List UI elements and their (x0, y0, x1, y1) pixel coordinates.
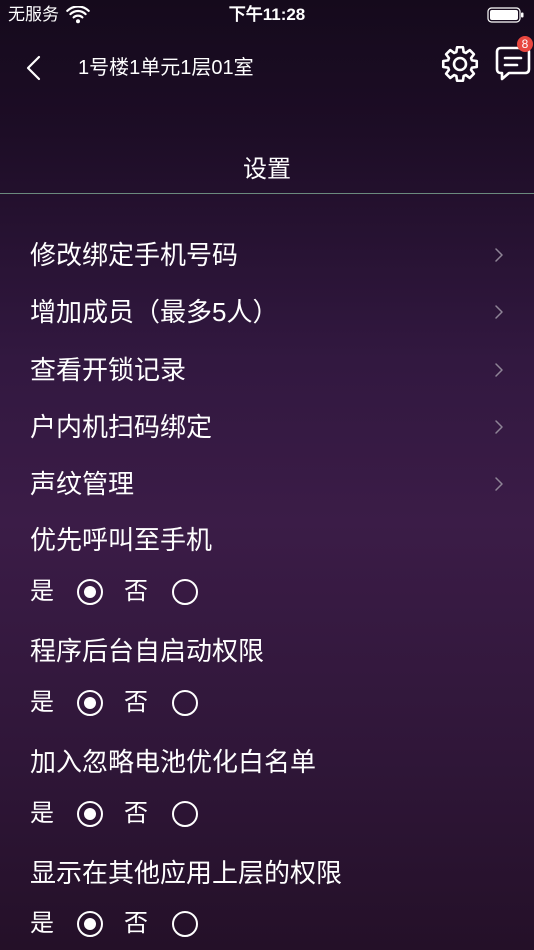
page-title: 设置 (243, 156, 291, 183)
option-label: 程序后台自启动权限 (30, 636, 265, 666)
option-background-autostart: 程序后台自启动权限 (0, 631, 534, 671)
menu-item-label: 修改绑定手机号码 (30, 240, 239, 270)
status-bar: 无服务 下午11:28 (0, 0, 534, 32)
radio-yes[interactable] (77, 801, 103, 827)
menu-item-label: 查看开锁记录 (30, 355, 187, 385)
radio-no[interactable] (172, 801, 198, 827)
option-label: 显示在其他应用上层的权限 (30, 858, 343, 888)
option-draw-over-other-apps-choices: 是 否 (0, 904, 534, 944)
gear-icon (440, 45, 480, 88)
option-label: 优先呼叫至手机 (30, 525, 213, 555)
menu-item-label: 增加成员（最多5人） (30, 297, 279, 327)
radio-no[interactable] (172, 579, 198, 605)
radio-no[interactable] (172, 911, 198, 937)
menu-item-unlock-records[interactable]: 查看开锁记录 (0, 350, 534, 390)
divider (0, 193, 534, 194)
radio-no-label: 否 (124, 578, 148, 605)
radio-no[interactable] (172, 690, 198, 716)
menu-item-indoor-unit-scan-bind[interactable]: 户内机扫码绑定 (0, 407, 534, 447)
radio-no-label: 否 (124, 910, 148, 937)
menu-item-label: 户内机扫码绑定 (30, 412, 213, 442)
radio-no-label: 否 (124, 689, 148, 716)
menu-item-label: 声纹管理 (30, 469, 135, 499)
radio-yes[interactable] (77, 690, 103, 716)
menu-item-change-bound-phone[interactable]: 修改绑定手机号码 (0, 235, 534, 275)
radio-yes-label: 是 (30, 578, 54, 605)
menu-item-voiceprint-management[interactable]: 声纹管理 (0, 464, 534, 504)
option-background-autostart-choices: 是 否 (0, 683, 534, 723)
menu-item-add-member[interactable]: 增加成员（最多5人） (0, 292, 534, 332)
status-time: 下午11:28 (228, 5, 306, 24)
radio-yes-label: 是 (30, 689, 54, 716)
option-battery-optimization-whitelist-choices: 是 否 (0, 794, 534, 834)
option-draw-over-other-apps: 显示在其他应用上层的权限 (0, 853, 534, 893)
battery-icon (487, 6, 525, 24)
message-icon (495, 46, 531, 86)
messages-badge: 8 (517, 36, 533, 52)
chevron-right-icon (494, 304, 504, 320)
option-label: 加入忽略电池优化白名单 (30, 747, 317, 777)
radio-yes-label: 是 (30, 800, 54, 827)
radio-no-label: 否 (124, 800, 148, 827)
chevron-right-icon (494, 247, 504, 263)
radio-yes-label: 是 (30, 910, 54, 937)
option-call-phone-first-choices: 是 否 (0, 572, 534, 612)
chevron-right-icon (494, 419, 504, 435)
header-title: 1号楼1单元1层01室 (78, 57, 254, 79)
settings-button[interactable] (440, 44, 480, 84)
chevron-left-icon (24, 55, 44, 85)
back-button[interactable] (24, 55, 44, 81)
radio-yes[interactable] (77, 579, 103, 605)
chevron-right-icon (494, 362, 504, 378)
option-battery-optimization-whitelist: 加入忽略电池优化白名单 (0, 742, 534, 782)
radio-yes[interactable] (77, 911, 103, 937)
option-call-phone-first: 优先呼叫至手机 (0, 520, 534, 560)
chevron-right-icon (494, 476, 504, 492)
